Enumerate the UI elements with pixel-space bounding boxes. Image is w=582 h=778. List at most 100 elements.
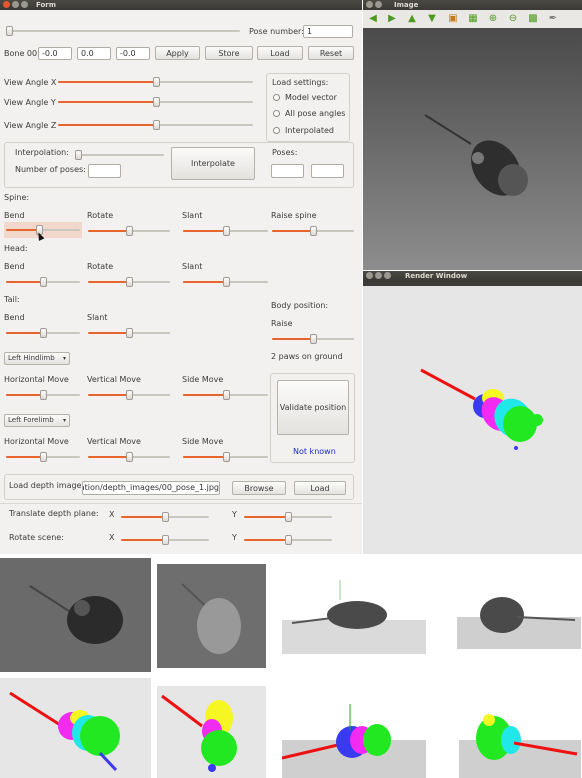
browse-button[interactable]: Browse	[232, 481, 286, 495]
depth-thumbnail-4	[457, 582, 581, 649]
spine-title: Spine:	[4, 193, 30, 202]
pose-number-input[interactable]: 1	[303, 25, 353, 38]
raise-slider[interactable]	[272, 334, 354, 344]
arrow-left-icon[interactable]: ◀	[367, 13, 379, 25]
interpolation-slider[interactable]	[75, 150, 164, 160]
body-position-title: Body position:	[271, 301, 329, 310]
head-slant-slider[interactable]	[183, 277, 268, 287]
image-icon[interactable]: ▣	[447, 13, 459, 25]
number-of-poses-input[interactable]	[88, 164, 121, 178]
render-title: Render Window	[405, 272, 468, 280]
poses-end-input[interactable]	[311, 164, 344, 178]
maximize-icon[interactable]	[384, 272, 391, 279]
fore-vertical-slider[interactable]	[88, 452, 170, 462]
pose-number-label: Pose number:	[249, 27, 304, 36]
raise-spine-slider[interactable]	[272, 226, 354, 236]
fore-side-slider[interactable]	[183, 452, 268, 462]
interpolation-label: Interpolation:	[15, 148, 69, 157]
arrow-down-icon[interactable]: ▼	[426, 13, 438, 25]
translate-y-slider[interactable]	[244, 512, 332, 522]
model-vector-radio[interactable]	[273, 94, 280, 101]
raise-spine-label: Raise spine	[271, 211, 317, 220]
tail-slant-label: Slant	[87, 313, 108, 322]
spine-rotate-slider[interactable]	[88, 226, 170, 236]
render-thumbnail-4	[459, 708, 581, 778]
render-thumbnail-1	[0, 678, 151, 778]
rotate-x-slider[interactable]	[121, 535, 209, 545]
image-title: Image	[394, 1, 419, 9]
head-bend-slider[interactable]	[6, 277, 80, 287]
view-angle-y-slider[interactable]	[58, 97, 253, 107]
form-title: Form	[36, 1, 57, 9]
maximize-icon[interactable]	[21, 1, 28, 8]
hind-side-label: Side Move	[182, 375, 224, 384]
render-thumbnail-3	[282, 700, 426, 778]
separator	[0, 503, 362, 504]
fore-vertical-label: Vertical Move	[87, 437, 141, 446]
zoom-fit-icon[interactable]: ▦	[467, 13, 479, 25]
raise-label: Raise	[271, 319, 293, 328]
view-angle-x-slider[interactable]	[58, 77, 253, 87]
arrow-right-icon[interactable]: ▶	[386, 13, 398, 25]
hind-horizontal-slider[interactable]	[6, 390, 80, 400]
save-icon[interactable]: ▩	[527, 13, 539, 25]
brush-icon[interactable]: ✒	[547, 13, 559, 25]
forelimb-select[interactable]: Left Forelimb ▾	[4, 414, 70, 427]
bone-z-input[interactable]: -0.0	[116, 47, 150, 60]
interpolated-radio[interactable]	[273, 127, 280, 134]
tail-slant-slider[interactable]	[88, 328, 170, 338]
spine-bend-slider[interactable]	[6, 225, 80, 235]
translate-y-label: Y	[232, 510, 237, 519]
close-icon[interactable]	[366, 272, 373, 279]
store-button[interactable]: Store	[205, 46, 253, 60]
hind-vertical-slider[interactable]	[88, 390, 170, 400]
minimize-icon[interactable]	[375, 272, 382, 279]
minimize-icon[interactable]	[375, 1, 382, 8]
load-button[interactable]: Load	[257, 46, 303, 60]
zoom-out-icon[interactable]: ⊖	[507, 13, 519, 25]
rotate-y-slider[interactable]	[244, 535, 332, 545]
spine-slant-slider[interactable]	[183, 226, 268, 236]
bone-x-input[interactable]: -0.0	[38, 47, 72, 60]
all-pose-angles-radio[interactable]	[273, 110, 280, 117]
fore-horizontal-slider[interactable]	[6, 452, 80, 462]
depth-thumbnail-1	[0, 558, 151, 672]
apply-button[interactable]: Apply	[155, 46, 200, 60]
depth-load-button[interactable]: Load	[294, 481, 346, 495]
validate-position-button[interactable]: Validate position	[277, 380, 349, 435]
minimize-icon[interactable]	[12, 1, 19, 8]
head-rotate-label: Rotate	[87, 262, 114, 271]
depth-path-input[interactable]: nation/depth_images/00_pose_1.jpg	[82, 481, 220, 495]
render-view	[363, 286, 582, 554]
rotate-y-label: Y	[232, 533, 237, 542]
poses-label: Poses:	[272, 148, 298, 157]
paws-status: 2 paws on ground	[271, 352, 343, 361]
fore-side-label: Side Move	[182, 437, 224, 446]
reset-button[interactable]: Reset	[308, 46, 354, 60]
pose-slider[interactable]	[6, 26, 240, 36]
tail-bend-slider[interactable]	[6, 328, 80, 338]
arrow-up-icon[interactable]: ▲	[406, 13, 418, 25]
tail-title: Tail:	[4, 295, 20, 304]
image-titlebar: Image	[363, 0, 582, 10]
spine-slant-label: Slant	[182, 211, 203, 220]
poses-start-input[interactable]	[271, 164, 304, 178]
close-icon[interactable]	[366, 1, 373, 8]
hind-side-slider[interactable]	[183, 390, 268, 400]
number-of-poses-label: Number of poses:	[15, 165, 86, 174]
render-thumbnail-2	[157, 686, 266, 778]
tail-bend-label: Bend	[4, 313, 25, 322]
view-angle-z-slider[interactable]	[58, 120, 253, 130]
hindlimb-select[interactable]: Left Hindlimb ▾	[4, 352, 70, 365]
head-rotate-slider[interactable]	[88, 277, 170, 287]
zoom-in-icon[interactable]: ⊕	[487, 13, 499, 25]
validation-status: Not known	[293, 447, 336, 456]
close-icon[interactable]	[3, 1, 10, 8]
render-window: Render Window	[363, 271, 582, 554]
depth-thumbnail-2	[157, 564, 266, 668]
head-title: Head:	[4, 244, 28, 253]
bone-y-input[interactable]: 0.0	[77, 47, 111, 60]
fore-horizontal-label: Horizontal Move	[4, 437, 69, 446]
interpolate-button[interactable]: Interpolate	[171, 147, 255, 180]
translate-x-slider[interactable]	[121, 512, 209, 522]
